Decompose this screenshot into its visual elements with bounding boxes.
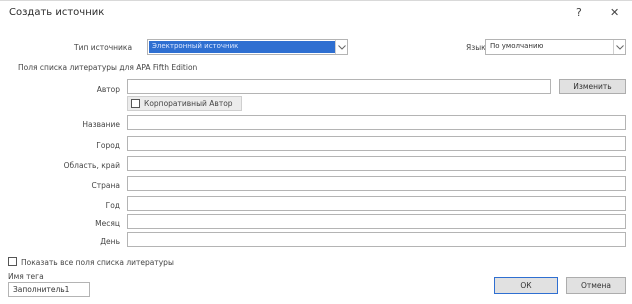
day-input[interactable] — [127, 232, 626, 247]
ok-button[interactable]: ОК — [494, 277, 558, 294]
language-select[interactable]: По умолчанию — [485, 39, 626, 55]
language-label: Язык — [466, 43, 486, 52]
region-input[interactable] — [127, 156, 626, 171]
close-button[interactable]: ✕ — [610, 7, 619, 19]
tag-name-label: Имя тега — [8, 272, 44, 281]
source-type-select[interactable]: Электронный источник — [147, 39, 348, 55]
source-type-label: Тип источника — [74, 43, 132, 52]
close-icon: ✕ — [610, 6, 620, 19]
cancel-button[interactable]: Отмена — [566, 277, 626, 294]
create-source-dialog: Создать источник ? ✕ Тип источника Элект… — [0, 0, 632, 304]
month-input[interactable] — [127, 214, 626, 229]
source-type-value: Электронный источник — [149, 41, 336, 53]
day-label: День — [100, 237, 120, 246]
show-all-fields-label: Показать все поля списка литературы — [21, 258, 174, 267]
tag-name-value: Заполнитель1 — [13, 285, 70, 294]
chevron-down-icon — [337, 44, 346, 50]
city-label: Город — [96, 141, 120, 150]
title-label: Название — [82, 120, 120, 129]
author-input[interactable] — [127, 79, 551, 94]
title-input[interactable] — [127, 115, 626, 130]
corporate-author-checkbox[interactable] — [131, 99, 140, 108]
country-label: Страна — [91, 181, 120, 190]
country-input[interactable] — [127, 176, 626, 191]
year-input[interactable] — [127, 196, 626, 211]
dialog-title: Создать источник — [9, 7, 105, 18]
city-input[interactable] — [127, 136, 626, 151]
source-type-dropdown-arrow[interactable] — [335, 40, 347, 54]
tag-name-input[interactable]: Заполнитель1 — [8, 282, 90, 297]
help-button[interactable]: ? — [576, 7, 582, 19]
chevron-down-icon — [615, 44, 624, 50]
source-type-label-text: Тип источника — [74, 43, 133, 52]
author-label: Автор — [96, 85, 120, 94]
month-label: Месяц — [95, 219, 120, 228]
language-dropdown-arrow[interactable] — [613, 40, 625, 54]
language-value: По умолчанию — [490, 42, 544, 50]
show-all-fields-checkbox[interactable] — [8, 257, 17, 266]
corporate-author-label: Корпоративный Автор — [144, 99, 233, 108]
region-label: Область, край — [63, 161, 120, 170]
section-caption: Поля списка литературы для APA Fifth Edi… — [18, 63, 198, 72]
edit-author-button[interactable]: Изменить — [559, 79, 626, 94]
year-label: Год — [105, 201, 120, 210]
